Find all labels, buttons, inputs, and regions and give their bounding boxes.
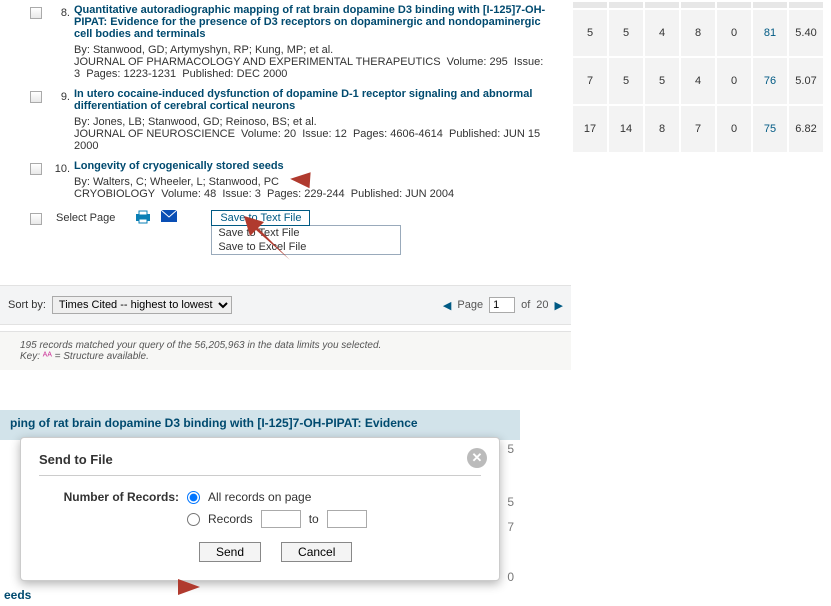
result-title-link[interactable]: Longevity of cryogenically stored seeds [74,160,561,172]
result-row: 8. Quantitative autoradiographic mapping… [30,0,571,84]
bg-metric: 0 [507,570,514,584]
times-cited-link[interactable]: 76 [752,57,788,105]
email-icon[interactable] [161,210,177,225]
result-journal: JOURNAL OF NEUROSCIENCE Volume: 20 Issue… [74,128,561,152]
page-word: Page [457,299,483,311]
background-title-fragment: ping of rat brain dopamine D3 binding wi… [0,410,520,440]
table-row: 55480815.40 [572,9,824,57]
page-next-button[interactable]: ▶ [555,299,563,312]
select-page-label: Select Page [56,210,115,224]
sort-select[interactable]: Times Cited -- highest to lowest [52,296,232,314]
result-row: 10. Longevity of cryogenically stored se… [30,156,571,204]
print-icon[interactable] [135,210,151,227]
page-of: of [521,299,530,311]
all-records-radio[interactable] [187,491,200,504]
result-authors: By: Stanwood, GD; Artymyshyn, RP; Kung, … [74,44,561,56]
footer-note: 195 records matched your query of the 56… [0,331,571,370]
page-input[interactable] [489,297,515,313]
result-title-link[interactable]: In utero cocaine-induced dysfunction of … [74,88,561,112]
close-icon[interactable]: ✕ [467,448,487,468]
result-row: 9. In utero cocaine-induced dysfunction … [30,84,571,156]
range-to-input[interactable] [327,510,367,528]
save-dropdown: Save to Text File Save to Excel File [211,225,401,255]
row-checkbox[interactable] [30,163,42,175]
send-to-file-dialog: ✕ Send to File Number of Records: All re… [20,437,500,581]
bg-metric: 7 [507,520,514,534]
bg-title-fragment: eeds [0,584,520,606]
table-row: 1714870756.82 [572,105,824,153]
dialog-title: Send to File [39,452,481,476]
result-journal: JOURNAL OF PHARMACOLOGY AND EXPERIMENTAL… [74,56,561,80]
select-page-checkbox[interactable] [30,213,42,225]
bg-metric: 5 [507,495,514,509]
row-checkbox[interactable] [30,91,42,103]
times-cited-link[interactable]: 75 [752,105,788,153]
row-checkbox[interactable] [30,7,42,19]
result-number: 10. [52,160,74,175]
page-prev-button[interactable]: ◀ [443,299,451,312]
records-range-radio[interactable] [187,513,200,526]
range-from-input[interactable] [261,510,301,528]
result-journal: CRYOBIOLOGY Volume: 48 Issue: 3 Pages: 2… [74,188,561,200]
save-excel-option[interactable]: Save to Excel File [212,240,400,254]
table-row: 75540765.07 [572,57,824,105]
records-range-label: Records [208,512,253,526]
bg-metric: 5 [507,442,514,456]
cancel-button[interactable]: Cancel [281,542,352,562]
metrics-table: 55480815.40 75540765.07 1714870756.82 [571,0,825,154]
times-cited-link[interactable]: 81 [752,9,788,57]
result-number: 9. [52,88,74,103]
save-text-option[interactable]: Save to Text File [212,226,400,240]
send-button[interactable]: Send [199,542,261,562]
page-total: 20 [536,299,548,311]
result-number: 8. [52,4,74,19]
range-to-label: to [309,512,319,526]
sort-label: Sort by: [8,299,46,311]
result-authors: By: Walters, C; Wheeler, L; Stanwood, PC [74,176,561,188]
save-to-file-button[interactable]: Save to Text File [211,210,310,226]
all-records-label: All records on page [208,490,311,504]
result-authors: By: Jones, LB; Stanwood, GD; Reinoso, BS… [74,116,561,128]
num-records-label: Number of Records: [39,490,179,504]
result-title-link[interactable]: Quantitative autoradiographic mapping of… [74,4,561,40]
